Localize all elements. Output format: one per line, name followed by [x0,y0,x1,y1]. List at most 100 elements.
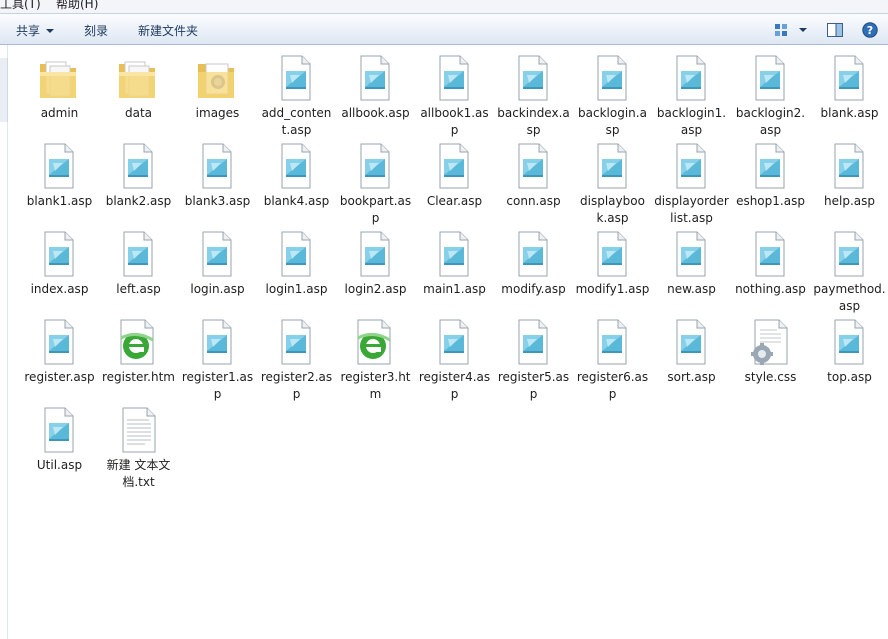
asp-file-icon [352,142,396,190]
new-folder-button[interactable]: 新建文件夹 [138,22,198,39]
file-item[interactable]: register4.asp [415,312,494,401]
change-view-button[interactable] [770,21,810,39]
file-item[interactable]: register.asp [20,312,99,400]
asp-file-icon [273,318,317,366]
file-item[interactable]: login2.asp [336,224,415,312]
file-item[interactable]: blank.asp [810,48,888,136]
file-name: help.asp [824,194,875,208]
svg-text:?: ? [867,24,873,37]
asp-file-icon [747,230,791,278]
file-item[interactable]: Util.asp [20,400,99,488]
file-item[interactable]: sort.asp [652,312,731,400]
navigation-pane-selection [0,58,8,122]
view-grid-icon [775,24,787,36]
asp-file-icon [115,230,159,278]
text-file-icon [115,406,159,454]
file-name: register3.htm [340,370,411,401]
asp-file-icon [431,230,475,278]
file-name: blank4.asp [263,194,330,208]
file-item[interactable]: add_content.asp [257,48,336,137]
file-name: paymethod.asp [813,282,886,313]
file-item[interactable]: blank1.asp [20,136,99,224]
file-name: add_content.asp [261,106,332,137]
file-item[interactable]: modify1.asp [573,224,652,312]
asp-file-icon [826,230,870,278]
asp-file-icon [273,54,317,102]
file-item[interactable]: register6.asp [573,312,652,401]
help-button[interactable]: ? [860,21,880,39]
file-name: register.asp [24,370,95,384]
file-item[interactable]: images [178,48,257,136]
file-name: register1.asp [181,370,254,401]
html-file-icon [115,318,159,366]
preview-pane-button[interactable] [824,21,846,39]
file-item[interactable]: blank3.asp [178,136,257,224]
file-item[interactable]: login1.asp [257,224,336,312]
asp-file-icon [510,142,554,190]
file-item[interactable]: allbook1.asp [415,48,494,137]
asp-file-icon [510,54,554,102]
file-item[interactable]: login.asp [178,224,257,312]
file-item[interactable]: backlogin1.asp [652,48,731,137]
file-item[interactable]: eshop1.asp [731,136,810,224]
file-item[interactable]: register3.htm [336,312,415,401]
file-name: conn.asp [506,194,561,208]
file-item[interactable]: backlogin.asp [573,48,652,137]
asp-file-icon [510,318,554,366]
file-name: images [195,106,240,120]
file-item[interactable]: backlogin2.asp [731,48,810,137]
file-item[interactable]: conn.asp [494,136,573,224]
file-item[interactable]: register5.asp [494,312,573,401]
burn-label: 刻录 [84,24,109,38]
burn-button[interactable]: 刻录 [84,22,108,39]
asp-file-icon [194,230,238,278]
file-item[interactable]: displaybook.asp [573,136,652,225]
file-item[interactable]: displayorderlist.asp [652,136,731,225]
file-item[interactable]: 新建 文本文档.txt [99,400,178,489]
file-item[interactable]: register2.asp [257,312,336,401]
file-list[interactable]: admin data images add_content.asp allboo… [8,45,888,639]
file-item[interactable]: register.htm [99,312,178,400]
file-item[interactable]: left.asp [99,224,178,312]
file-item[interactable]: modify.asp [494,224,573,312]
navigation-pane[interactable] [0,45,8,639]
file-name: login1.asp [265,282,328,296]
file-item[interactable]: blank2.asp [99,136,178,224]
asp-file-icon [36,318,80,366]
file-item[interactable]: new.asp [652,224,731,312]
command-bar: 共享 刻录 新建文件夹 ? [0,13,888,45]
file-name: bookpart.asp [339,194,412,225]
asp-file-icon [194,142,238,190]
file-item[interactable]: blank4.asp [257,136,336,224]
menu-tools[interactable]: 工具(T) [0,0,41,12]
share-button[interactable]: 共享 [16,22,55,39]
file-item[interactable]: style.css [731,312,810,400]
file-item[interactable]: data [99,48,178,136]
file-item[interactable]: nothing.asp [731,224,810,312]
asp-file-icon [668,54,712,102]
file-item[interactable]: bookpart.asp [336,136,415,225]
file-item[interactable]: main1.asp [415,224,494,312]
file-item[interactable]: allbook.asp [336,48,415,136]
file-item[interactable]: Clear.asp [415,136,494,224]
menu-help[interactable]: 帮助(H) [56,0,98,12]
asp-file-icon [589,142,633,190]
file-item[interactable]: paymethod.asp [810,224,888,313]
asp-file-icon [826,318,870,366]
file-item[interactable]: top.asp [810,312,888,400]
help-icon: ? [862,22,878,38]
file-item[interactable]: help.asp [810,136,888,224]
asp-file-icon [826,142,870,190]
file-name: data [124,106,153,120]
file-name: main1.asp [423,282,486,296]
file-name: left.asp [116,282,161,296]
asp-file-icon [747,142,791,190]
file-name: blank1.asp [26,194,93,208]
file-name: backindex.asp [497,106,570,137]
file-item[interactable]: register1.asp [178,312,257,401]
file-item[interactable]: index.asp [20,224,99,312]
asp-file-icon [668,230,712,278]
file-item[interactable]: admin [20,48,99,136]
file-name: login.asp [190,282,245,296]
file-item[interactable]: backindex.asp [494,48,573,137]
